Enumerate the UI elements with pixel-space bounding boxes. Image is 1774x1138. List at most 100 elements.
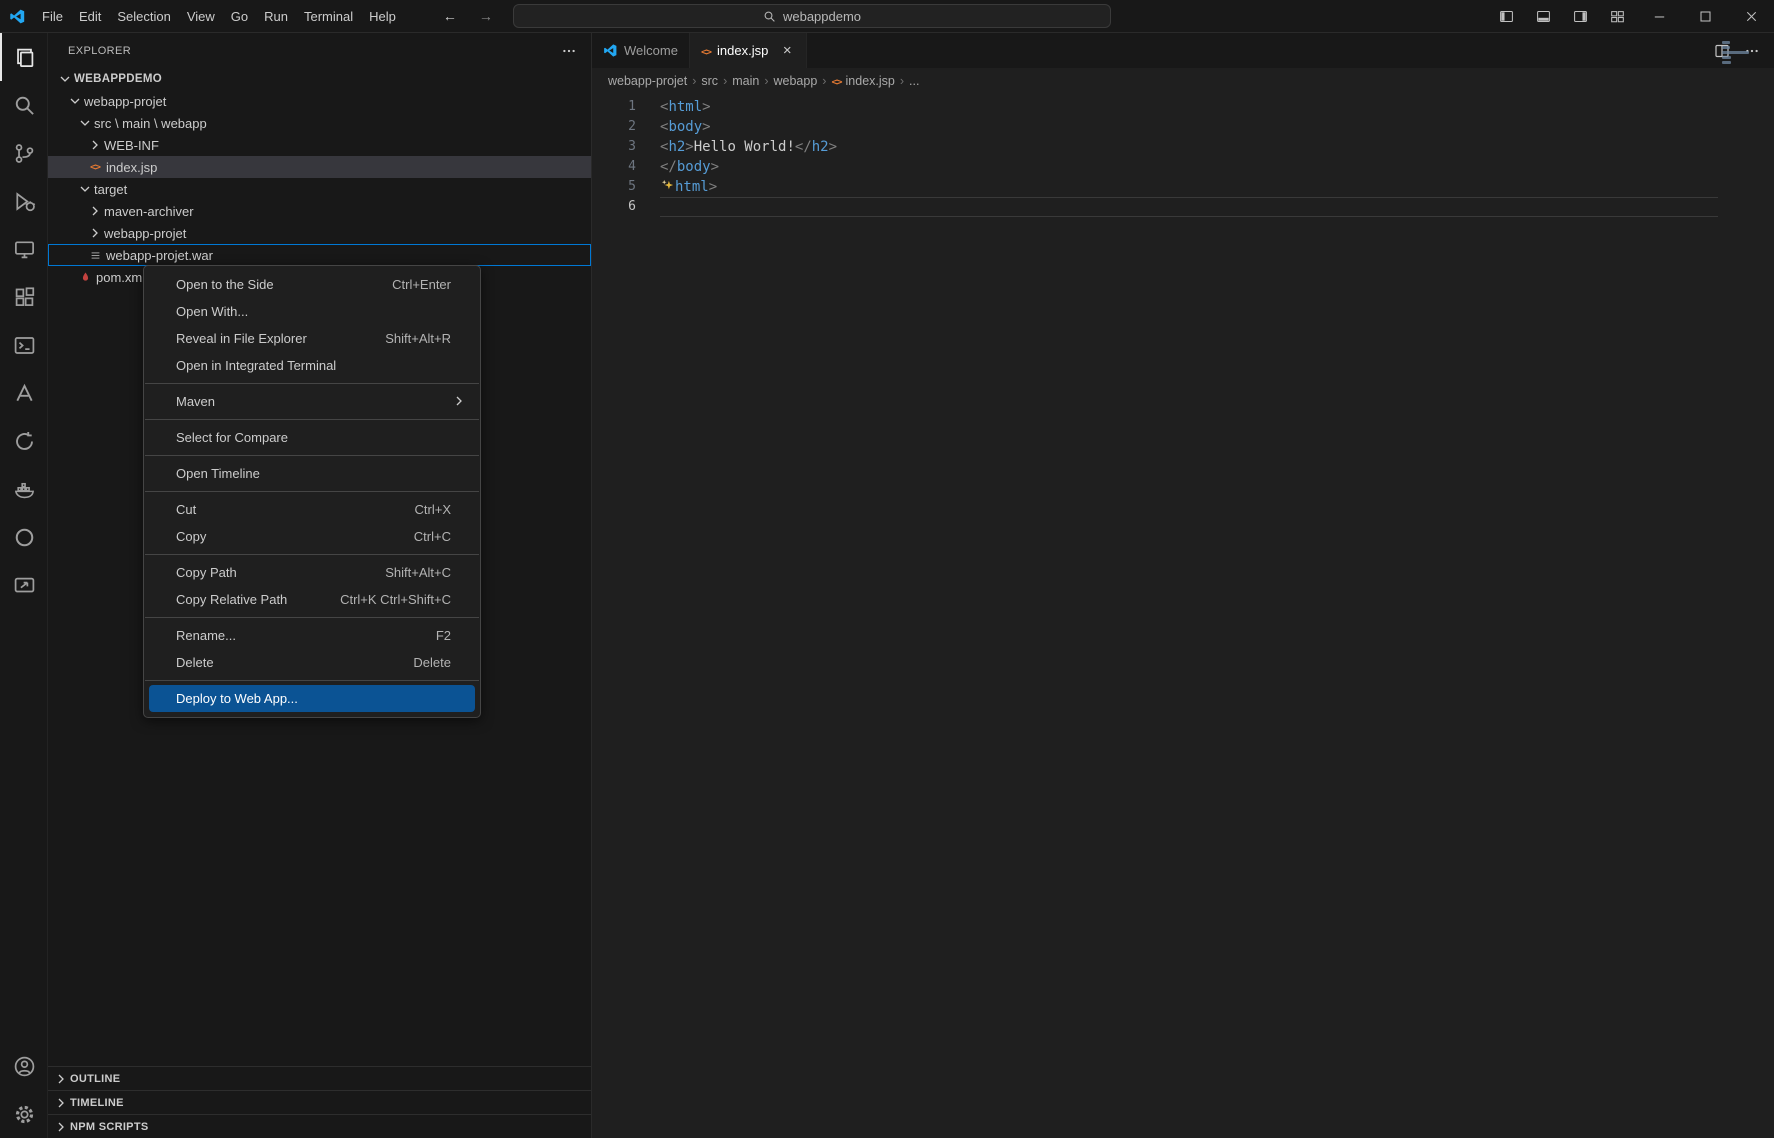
menu-item-copy-relative-path[interactable]: Copy Relative PathCtrl+K Ctrl+Shift+C [149, 586, 475, 613]
menu-item-deploy-to-web-app[interactable]: Deploy to Web App... [149, 685, 475, 712]
code-token: > [702, 99, 710, 115]
tree-item-webapp-projet[interactable]: webapp-projet [48, 90, 591, 112]
breadcrumb-webapp-projet[interactable]: webapp-projet [608, 74, 687, 88]
tree-item-webapp-projet[interactable]: webapp-projet [48, 222, 591, 244]
line-number: 6 [592, 197, 636, 217]
code-area[interactable]: 1<html>2<body>3<h2>Hello World!</h2>4</b… [592, 93, 1774, 1138]
code-token: h2 [668, 139, 685, 155]
code-line-6[interactable]: 6 [592, 197, 1774, 217]
layout-panel-button[interactable] [1525, 0, 1562, 32]
menu-item-reveal-in-file-explorer[interactable]: Reveal in File ExplorerShift+Alt+R [149, 325, 475, 352]
minimap[interactable] [1722, 41, 1760, 64]
explorer-icon [13, 46, 36, 69]
section-label: TIMELINE [70, 1097, 124, 1109]
tree-item-webappdemo[interactable]: WEBAPPDEMO [48, 68, 591, 90]
maximize-button[interactable] [1682, 0, 1728, 32]
code-line-5[interactable]: 5html> [592, 177, 1774, 197]
section-npm-scripts[interactable]: NPM SCRIPTS [48, 1114, 591, 1138]
minimize-button[interactable] [1636, 0, 1682, 32]
window-controls [1488, 0, 1774, 32]
menu-file[interactable]: File [34, 9, 71, 24]
layout-grid-button[interactable] [1599, 0, 1636, 32]
menu-item-shortcut: Shift+Alt+C [385, 565, 451, 580]
tree-item-index-jsp[interactable]: <>index.jsp [48, 156, 591, 178]
menu-item-cut[interactable]: CutCtrl+X [149, 496, 475, 523]
section-label: NPM SCRIPTS [70, 1121, 148, 1133]
breadcrumb-index-jsp[interactable]: <>index.jsp [831, 74, 894, 88]
tree-item-src-main-webapp[interactable]: src \ main \ webapp [48, 112, 591, 134]
layout-sidebar-left-button[interactable] [1488, 0, 1525, 32]
code-line-4[interactable]: 4</body> [592, 157, 1774, 177]
activity-item-terminal-panel[interactable] [0, 321, 47, 369]
activity-item-source-control[interactable] [0, 129, 47, 177]
tree-item-webapp-projet-war[interactable]: webapp-projet.war [48, 244, 591, 266]
minimap-line [1722, 51, 1749, 54]
tree-item-target[interactable]: target [48, 178, 591, 200]
line-content [660, 197, 1718, 217]
activity-item-search[interactable] [0, 81, 47, 129]
breadcrumb-main[interactable]: main [732, 74, 759, 88]
menu-item-delete[interactable]: DeleteDelete [149, 649, 475, 676]
activity-item-docker[interactable] [0, 465, 47, 513]
menu-item-select-for-compare[interactable]: Select for Compare [149, 424, 475, 451]
activity-item-ring[interactable] [0, 513, 47, 561]
menu-help[interactable]: Help [361, 9, 404, 24]
menu-item-open-in-integrated-terminal[interactable]: Open in Integrated Terminal [149, 352, 475, 379]
tab-bar: Welcome<>index.jsp× [592, 33, 1774, 68]
activity-item-account[interactable] [0, 1042, 47, 1090]
section-outline[interactable]: OUTLINE [48, 1066, 591, 1090]
activity-item-explorer[interactable] [0, 33, 47, 81]
menu-item-copy-path[interactable]: Copy PathShift+Alt+C [149, 559, 475, 586]
menu-view[interactable]: View [179, 9, 223, 24]
tab-welcome[interactable]: Welcome [592, 33, 690, 68]
menu-selection[interactable]: Selection [109, 9, 178, 24]
code-line-3[interactable]: 3<h2>Hello World!</h2> [592, 137, 1774, 157]
menu-item-rename[interactable]: Rename...F2 [149, 622, 475, 649]
minimize-icon [1652, 9, 1667, 24]
breadcrumb-src[interactable]: src [701, 74, 718, 88]
activity-item-circular-arrow[interactable] [0, 417, 47, 465]
activity-item-run-debug[interactable] [0, 177, 47, 225]
menu-item-open-with[interactable]: Open With... [149, 298, 475, 325]
activity-item-azure[interactable] [0, 369, 47, 417]
menu-item-maven[interactable]: Maven [149, 388, 475, 415]
close-icon[interactable]: × [779, 42, 795, 59]
section-timeline[interactable]: TIMELINE [48, 1090, 591, 1114]
menu-go[interactable]: Go [223, 9, 256, 24]
forward-arrow-icon[interactable]: → [476, 8, 496, 24]
activity-item-screen-share[interactable] [0, 561, 47, 609]
command-center-search[interactable]: webappdemo [513, 4, 1111, 28]
code-token: </ [795, 139, 812, 155]
layout-sidebar-right-button[interactable] [1562, 0, 1599, 32]
menu-item-shortcut: F2 [436, 628, 451, 643]
search-text: webappdemo [783, 9, 861, 24]
activity-item-extensions[interactable] [0, 273, 47, 321]
breadcrumb-label: main [732, 74, 759, 88]
menu-run[interactable]: Run [256, 9, 296, 24]
more-actions-icon[interactable] [561, 43, 577, 59]
activity-item-remote-explorer[interactable] [0, 225, 47, 273]
ring-icon [13, 526, 36, 549]
minimap-line [1722, 41, 1730, 44]
close-button[interactable] [1728, 0, 1774, 32]
back-arrow-icon[interactable]: ← [440, 8, 460, 24]
menu-item-open-timeline[interactable]: Open Timeline [149, 460, 475, 487]
breadcrumb-separator-icon: › [900, 74, 904, 88]
tab-index-jsp[interactable]: <>index.jsp× [690, 33, 807, 68]
menu-item-label: Reveal in File Explorer [176, 331, 307, 346]
jsp-icon: <> [86, 162, 104, 173]
tree-item-web-inf[interactable]: WEB-INF [48, 134, 591, 156]
breadcrumb-ellipsis[interactable]: ... [909, 74, 919, 88]
activity-item-settings-gear[interactable] [0, 1090, 47, 1138]
menu-item-copy[interactable]: CopyCtrl+C [149, 523, 475, 550]
menu-item-open-to-the-side[interactable]: Open to the SideCtrl+Enter [149, 271, 475, 298]
breadcrumb-webapp[interactable]: webapp [774, 74, 818, 88]
code-line-2[interactable]: 2<body> [592, 117, 1774, 137]
breadcrumb-separator-icon: › [764, 74, 768, 88]
code-line-1[interactable]: 1<html> [592, 97, 1774, 117]
menu-edit[interactable]: Edit [71, 9, 109, 24]
tree-item-maven-archiver[interactable]: maven-archiver [48, 200, 591, 222]
chevron-right-icon [86, 225, 104, 241]
menu-terminal[interactable]: Terminal [296, 9, 361, 24]
line-number: 1 [592, 97, 636, 117]
